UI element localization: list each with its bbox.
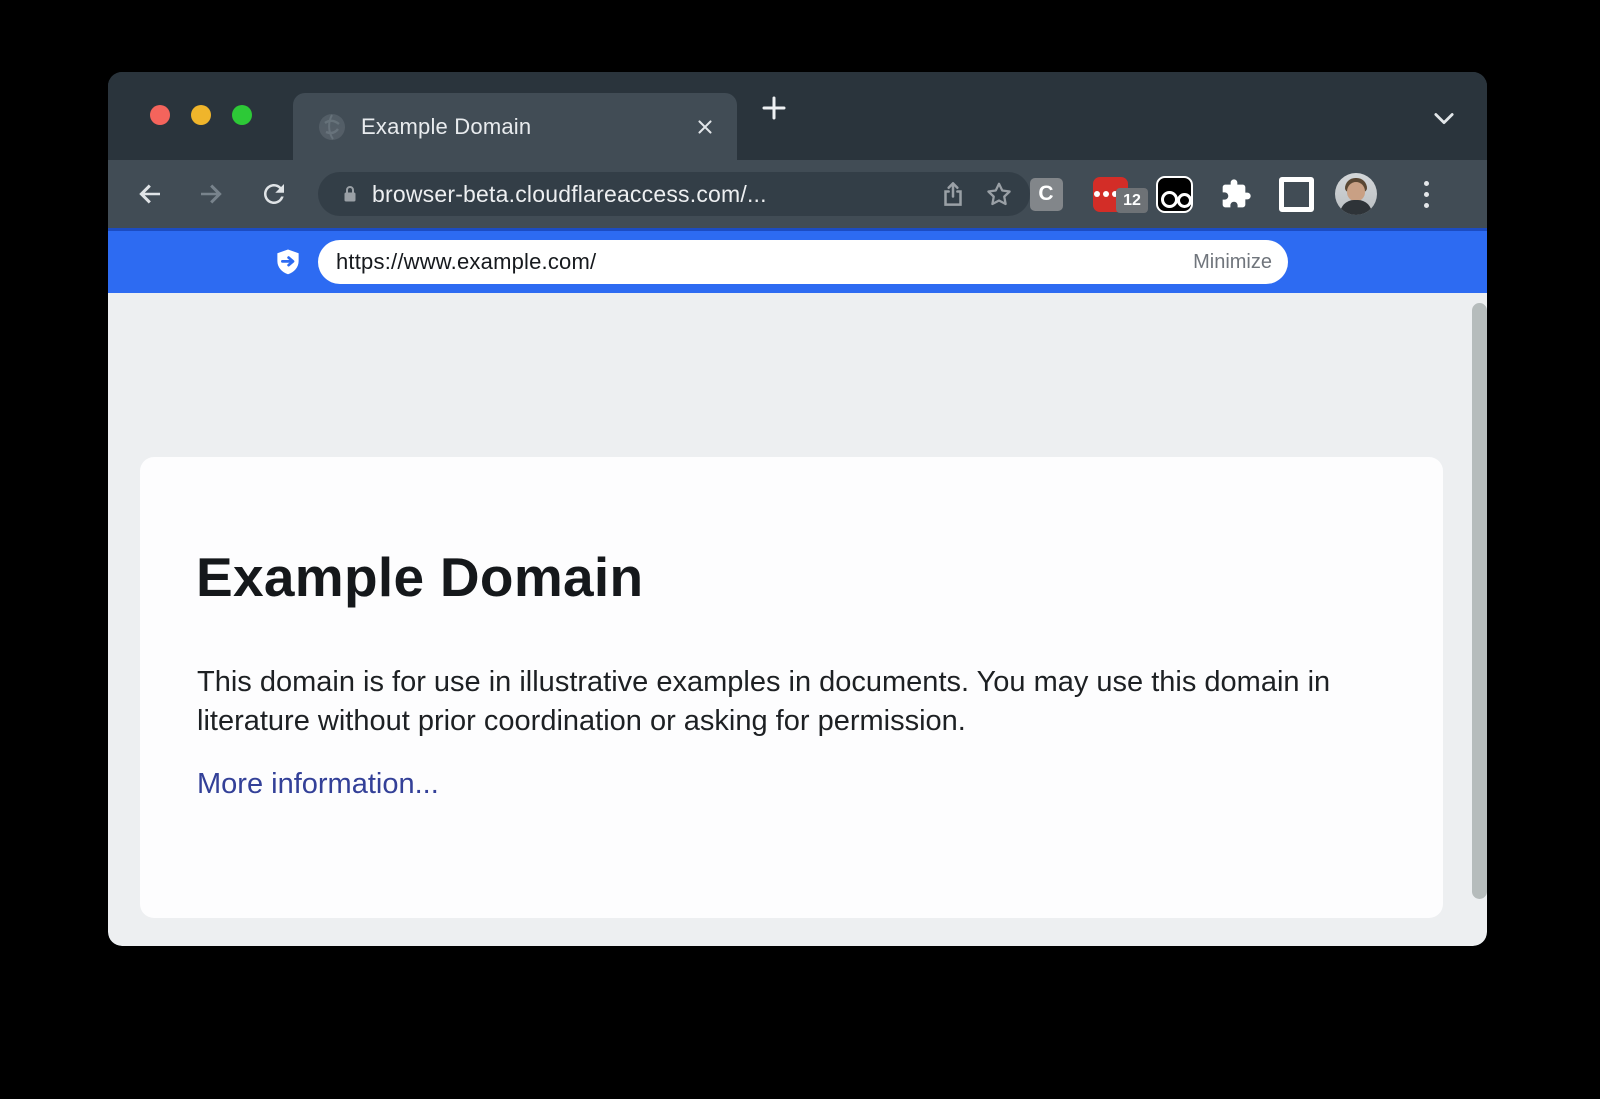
extensions-menu-button[interactable] [1214, 172, 1258, 216]
browser-window: Example Domain [108, 72, 1487, 946]
window-close-button[interactable] [150, 105, 170, 125]
puzzle-icon [1220, 178, 1252, 210]
plus-icon [759, 93, 789, 123]
forward-button[interactable] [190, 173, 232, 215]
extension-recorder-button[interactable] [1152, 172, 1196, 216]
profile-button[interactable] [1334, 172, 1378, 216]
profile-avatar [1335, 173, 1377, 215]
window-minimize-button[interactable] [191, 105, 211, 125]
content-card: Example Domain This domain is for use in… [140, 457, 1443, 918]
address-bar[interactable]: browser-beta.cloudflareaccess.com/... [318, 172, 1030, 216]
page-paragraph: This domain is for use in illustrative e… [197, 663, 1357, 741]
address-bar-url[interactable]: browser-beta.cloudflareaccess.com/... [372, 181, 938, 208]
forward-arrow-icon [196, 179, 226, 209]
extension-c-button[interactable]: C [1024, 172, 1068, 216]
browser-tab[interactable]: Example Domain [293, 93, 737, 160]
recorder-icon [1156, 176, 1193, 213]
new-tab-button[interactable] [756, 90, 792, 126]
browser-menu-button[interactable] [1404, 172, 1448, 216]
share-icon[interactable] [938, 179, 968, 209]
shield-arrow-icon [273, 247, 303, 277]
scrollbar-thumb[interactable] [1472, 303, 1487, 899]
page-viewport: Example Domain This domain is for use in… [108, 293, 1487, 946]
globe-icon [319, 114, 345, 140]
back-button[interactable] [129, 173, 171, 215]
bookmark-star-icon[interactable] [984, 179, 1014, 209]
chevron-down-icon[interactable] [1428, 102, 1460, 134]
navigation-toolbar: browser-beta.cloudflareaccess.com/... C [108, 160, 1487, 228]
side-panel-icon [1279, 177, 1314, 212]
tab-close-icon[interactable] [693, 115, 717, 139]
more-information-link[interactable]: More information... [197, 768, 439, 801]
side-panel-button[interactable] [1274, 172, 1318, 216]
lastpass-badge: 12 [1116, 188, 1148, 213]
lock-icon [338, 182, 362, 206]
isolation-url-bar: Minimize [108, 228, 1487, 293]
reload-icon [259, 179, 289, 209]
reload-button[interactable] [253, 173, 295, 215]
back-arrow-icon [135, 179, 165, 209]
isolation-url-pill: Minimize [318, 240, 1288, 284]
tab-title: Example Domain [361, 114, 693, 140]
minimize-bar-button[interactable]: Minimize [1193, 251, 1272, 274]
window-zoom-button[interactable] [232, 105, 252, 125]
tab-strip: Example Domain [108, 72, 1487, 160]
c-extension-icon: C [1030, 178, 1063, 211]
kebab-menu-icon [1424, 181, 1429, 208]
page-title: Example Domain [196, 545, 643, 609]
isolation-url-input[interactable] [334, 248, 1193, 276]
